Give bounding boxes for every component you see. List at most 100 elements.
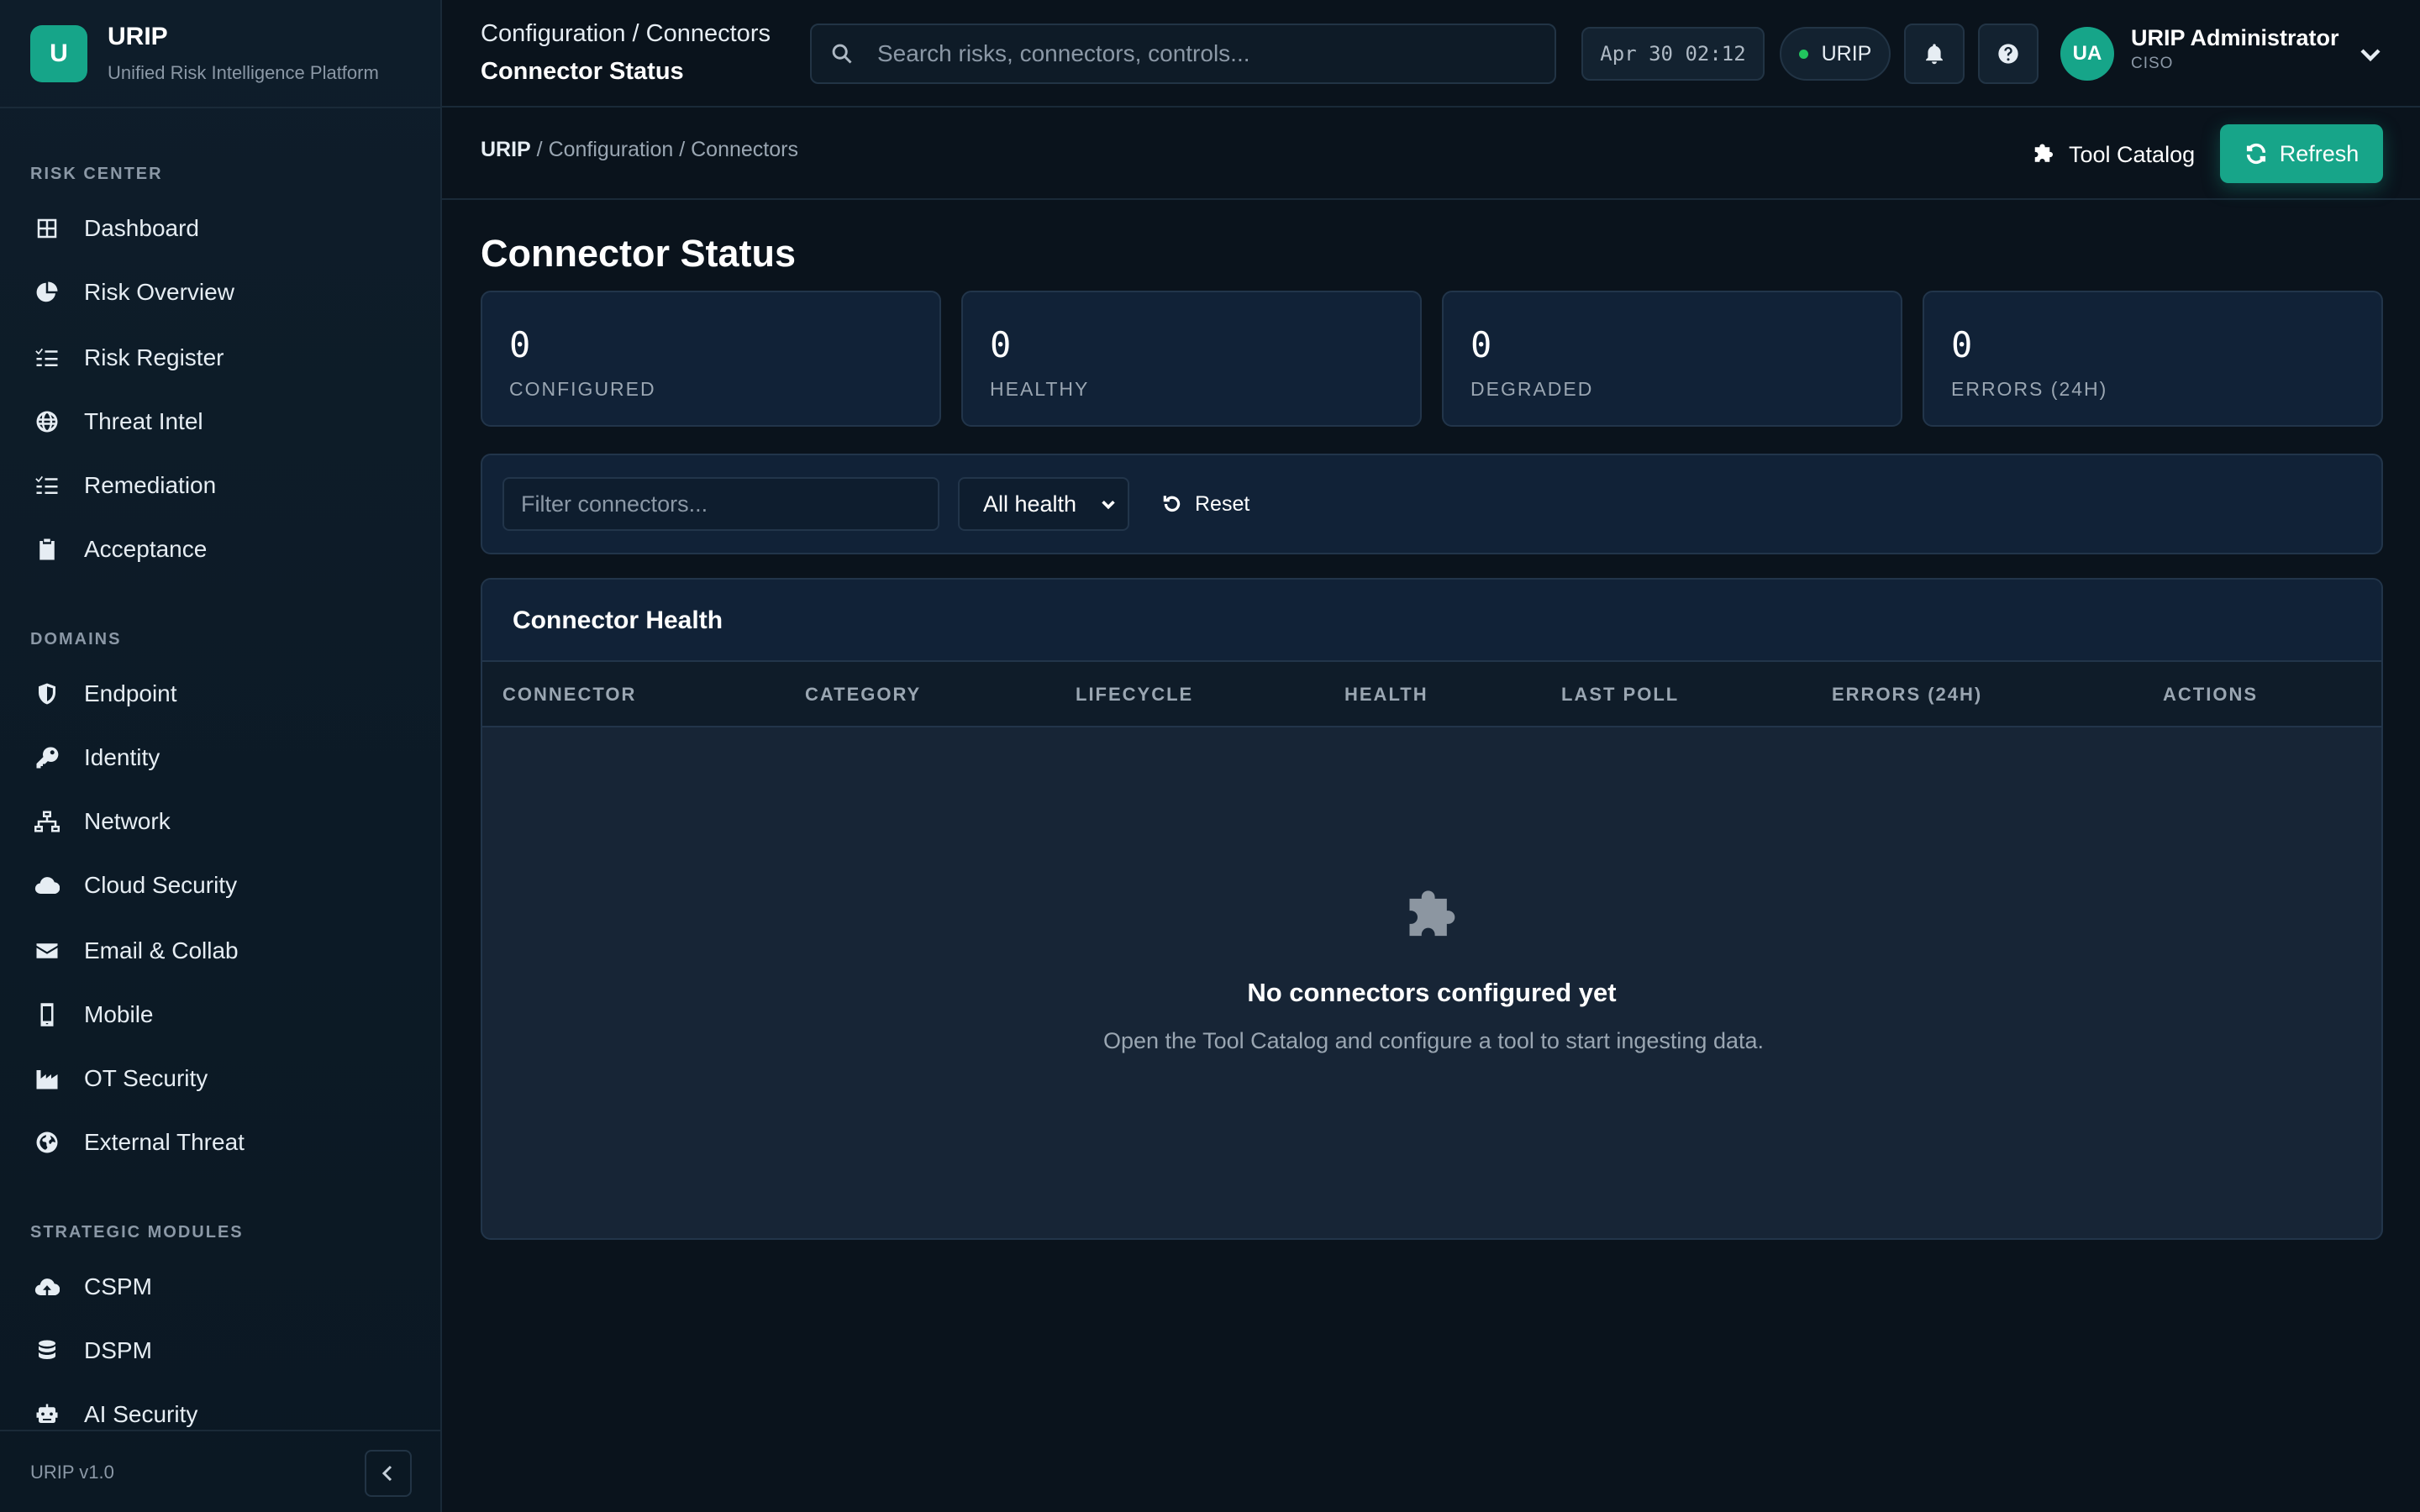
brand[interactable]: U URIP Unified Risk Intelligence Platfor… xyxy=(30,23,379,84)
industry-icon xyxy=(30,1062,64,1095)
sidebar-item-label: External Threat xyxy=(84,1129,245,1155)
column-header-last-poll[interactable]: LAST POLL xyxy=(1561,684,1679,706)
column-header-health[interactable]: HEALTH xyxy=(1344,684,1428,706)
sidebar-item-network[interactable]: Network xyxy=(30,798,412,845)
brand-logo: U xyxy=(30,25,87,82)
chevron-left-icon xyxy=(381,1465,392,1482)
filter-bar: All health Reset xyxy=(481,454,2383,554)
sidebar-item-label: Identity xyxy=(84,744,160,770)
breadcrumb-root[interactable]: URIP xyxy=(481,138,531,161)
stat-card-errors: 0 ERRORS (24H) xyxy=(1923,291,2383,427)
notifications-button[interactable] xyxy=(1904,24,1965,84)
tool-catalog-label: Tool Catalog xyxy=(2069,141,2196,167)
refresh-button[interactable]: Refresh xyxy=(2220,124,2383,183)
sidebar-item-mobile[interactable]: Mobile xyxy=(30,991,412,1038)
global-search[interactable] xyxy=(810,24,1556,84)
sidebar-item-label: Cloud Security xyxy=(84,872,238,898)
sidebar-item-external-threat[interactable]: External Threat xyxy=(30,1119,412,1166)
sidebar-item-endpoint[interactable]: Endpoint xyxy=(30,670,412,717)
stat-value: 0 xyxy=(509,324,531,365)
sidebar-item-cloud-security[interactable]: Cloud Security xyxy=(30,862,412,909)
empty-state-title: No connectors configured yet xyxy=(1247,978,1617,1007)
user-menu[interactable]: URIP Administrator CISO xyxy=(2131,25,2339,73)
pie-chart-icon xyxy=(30,276,64,309)
bell-icon xyxy=(1926,44,1943,65)
column-header-lifecycle[interactable]: LIFECYCLE xyxy=(1076,684,1193,706)
status-dot xyxy=(1798,49,1808,59)
stat-label: HEALTHY xyxy=(990,378,1090,400)
section-label-risk-center: RISK CENTER xyxy=(30,165,163,183)
tenant-label: URIP xyxy=(1821,41,1872,66)
collapse-sidebar-button[interactable] xyxy=(365,1450,412,1497)
sidebar-item-label: Email & Collab xyxy=(84,937,239,963)
stat-value: 0 xyxy=(990,324,1012,365)
refresh-label: Refresh xyxy=(2279,140,2360,166)
sidebar-item-dspm[interactable]: DSPM xyxy=(30,1327,412,1374)
stat-card-healthy: 0 HEALTHY xyxy=(961,291,1422,427)
column-header-connector[interactable]: CONNECTOR xyxy=(502,684,636,706)
stat-card-configured: 0 CONFIGURED xyxy=(481,291,941,427)
page-title: Connector Status xyxy=(481,232,797,275)
health-filter-value: All health xyxy=(983,491,1077,517)
sidebar-item-risk-register[interactable]: Risk Register xyxy=(30,334,412,381)
database-icon xyxy=(30,1334,64,1368)
breadcrumb-trail[interactable]: / Configuration / Connectors xyxy=(531,138,798,161)
sidebar-item-acceptance[interactable]: Acceptance xyxy=(30,526,412,573)
sidebar-item-remediation[interactable]: Remediation xyxy=(30,462,412,509)
help-button[interactable] xyxy=(1978,24,2039,84)
refresh-icon xyxy=(2246,143,2265,165)
sidebar-item-label: OT Security xyxy=(84,1065,208,1091)
stat-value: 0 xyxy=(1951,324,1973,365)
globe-icon xyxy=(30,405,64,438)
shield-icon xyxy=(30,677,64,711)
topbar-title: Configuration / Connectors Connector Sta… xyxy=(481,20,771,86)
table-header: CONNECTOR CATEGORY LIFECYCLE HEALTH LAST… xyxy=(482,662,2381,727)
robot-icon xyxy=(30,1398,64,1431)
panel-header: Connector Health xyxy=(482,580,2381,662)
search-input[interactable] xyxy=(876,39,1531,68)
sidebar-item-label: AI Security xyxy=(84,1401,198,1427)
brand-name: URIP xyxy=(108,23,168,50)
tenant-badge[interactable]: URIP xyxy=(1780,27,1891,81)
sidebar-item-label: Mobile xyxy=(84,1001,154,1027)
reset-button[interactable]: Reset xyxy=(1161,477,1249,531)
sidebar-item-label: DSPM xyxy=(84,1337,152,1363)
undo-icon xyxy=(1163,496,1181,512)
sidebar-item-ot-security[interactable]: OT Security xyxy=(30,1055,412,1102)
user-name: URIP Administrator xyxy=(2131,25,2339,50)
sidebar-item-label: Endpoint xyxy=(84,680,177,706)
avatar[interactable]: UA xyxy=(2060,27,2114,81)
health-filter-select[interactable]: All health xyxy=(958,477,1129,531)
sidebar-item-cspm[interactable]: CSPM xyxy=(30,1263,412,1310)
envelope-icon xyxy=(30,934,64,968)
sidebar-item-email-collab[interactable]: Email & Collab xyxy=(30,927,412,974)
sidebar-item-label: Dashboard xyxy=(84,215,199,241)
sidebar-item-label: Threat Intel xyxy=(84,408,203,434)
cloud-icon xyxy=(30,869,64,902)
tool-catalog-button[interactable]: Tool Catalog xyxy=(2013,126,2213,183)
section-label-domains: DOMAINS xyxy=(30,630,122,648)
chevron-down-icon[interactable] xyxy=(2358,42,2383,67)
grid-icon xyxy=(30,212,64,245)
stat-label: CONFIGURED xyxy=(509,378,656,400)
globe-alt-icon xyxy=(30,1126,64,1159)
cloud-upload-icon xyxy=(30,1270,64,1304)
sidebar-footer: URIP v1.0 xyxy=(0,1430,440,1512)
panel-title: Connector Health xyxy=(513,606,723,634)
puzzle-icon xyxy=(2034,144,2053,162)
section-label-strategic-modules: STRATEGIC MODULES xyxy=(30,1223,244,1242)
sidebar-item-risk-overview[interactable]: Risk Overview xyxy=(30,269,412,316)
sidebar-item-identity[interactable]: Identity xyxy=(30,734,412,781)
sidebar-divider xyxy=(0,107,440,108)
sidebar-item-dashboard[interactable]: Dashboard xyxy=(30,205,412,252)
column-header-errors[interactable]: ERRORS (24H) xyxy=(1832,684,1982,706)
column-header-actions: ACTIONS xyxy=(2163,684,2258,705)
sidebar-item-threat-intel[interactable]: Threat Intel xyxy=(30,398,412,445)
empty-state-message: Open the Tool Catalog and configure a to… xyxy=(1102,1028,1765,1053)
filter-connectors-input[interactable] xyxy=(502,477,939,531)
stat-value: 0 xyxy=(1470,324,1492,365)
column-header-category[interactable]: CATEGORY xyxy=(805,684,921,706)
stat-label: ERRORS (24H) xyxy=(1951,378,2108,400)
breadcrumb: URIP / Configuration / Connectors xyxy=(481,138,798,162)
sidebar-item-label: Risk Register xyxy=(84,344,224,370)
